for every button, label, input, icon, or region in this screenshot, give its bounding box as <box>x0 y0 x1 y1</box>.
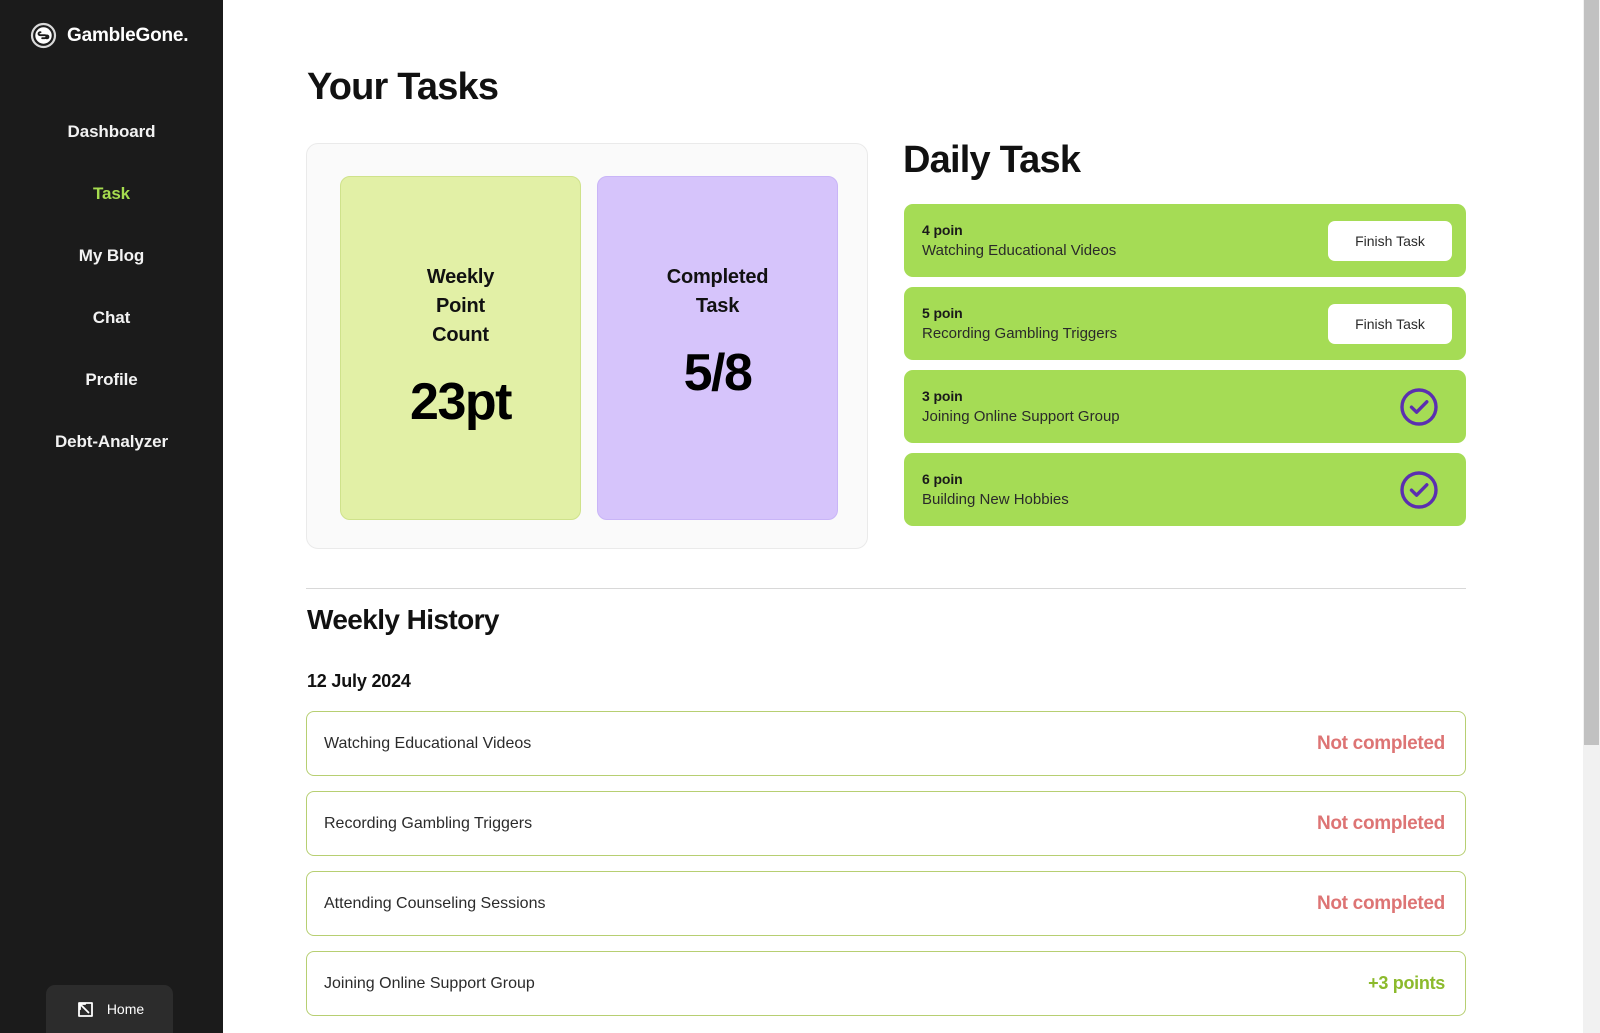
stats-panel: Weekly Point Count 23pt Completed Task 5… <box>306 143 868 549</box>
daily-task-name: Joining Online Support Group <box>922 408 1120 425</box>
check-circle-icon <box>1398 386 1440 428</box>
history-task-name: Joining Online Support Group <box>324 974 535 992</box>
history-status-badge: +3 points <box>1368 973 1445 993</box>
history-task-name: Recording Gambling Triggers <box>324 814 533 832</box>
brand-name: GambleGone. <box>67 24 189 46</box>
sidebar-item-dashboard[interactable]: Dashboard <box>0 101 223 163</box>
daily-task-text: 3 poin Joining Online Support Group <box>922 388 1398 425</box>
sidebar-item-task[interactable]: Task <box>0 163 223 225</box>
stat-card-weekly-label: Weekly Point Count <box>426 263 495 350</box>
arrow-into-box-icon <box>75 999 96 1020</box>
section-divider <box>306 588 1466 589</box>
weekly-history-heading: Weekly History <box>307 604 499 635</box>
daily-task-text: 6 poin Building New Hobbies <box>922 471 1398 508</box>
stat-label-line: Completed <box>666 266 769 288</box>
sidebar-item-profile[interactable]: Profile <box>0 349 223 411</box>
history-task-name: Watching Educational Videos <box>324 734 532 752</box>
daily-task-points: 6 poin <box>922 471 963 487</box>
chain-link-circle-icon <box>30 22 57 49</box>
page-scrollbar-track[interactable] <box>1583 0 1600 1033</box>
weekly-history-date: 12 July 2024 <box>307 671 411 691</box>
daily-task-card[interactable]: 3 poin Joining Online Support Group <box>904 370 1466 443</box>
daily-task-points: 5 poin <box>922 305 963 321</box>
home-button[interactable]: Home <box>46 985 173 1033</box>
stat-card-completed-label: Completed Task <box>667 263 769 321</box>
check-circle-icon <box>1398 469 1440 511</box>
history-status-badge: Not completed <box>1316 892 1445 914</box>
daily-task-points: 4 poin <box>922 222 963 238</box>
stat-label-line: Point <box>436 295 485 317</box>
stat-label-line: Task <box>695 295 740 317</box>
finish-task-button[interactable]: Finish Task <box>1328 303 1452 344</box>
daily-task-card[interactable]: 4 poin Watching Educational Videos Finis… <box>904 204 1466 277</box>
sidebar-item-my-blog[interactable]: My Blog <box>0 225 223 287</box>
history-row[interactable]: Joining Online Support Group +3 points <box>306 951 1466 1016</box>
daily-task-text: 4 poin Watching Educational Videos <box>922 222 1328 259</box>
stat-label-line: Count <box>432 324 489 346</box>
stat-card-completed-task: Completed Task 5/8 <box>597 176 838 520</box>
daily-task-list: 4 poin Watching Educational Videos Finis… <box>904 204 1466 526</box>
weekly-history-list: Watching Educational Videos Not complete… <box>306 711 1466 1016</box>
history-row[interactable]: Watching Educational Videos Not complete… <box>306 711 1466 776</box>
sidebar-item-debt-analyzer[interactable]: Debt-Analyzer <box>0 411 223 473</box>
daily-task-text: 5 poin Recording Gambling Triggers <box>922 305 1328 342</box>
daily-task-name: Recording Gambling Triggers <box>922 325 1118 342</box>
finish-task-button[interactable]: Finish Task <box>1328 220 1452 261</box>
app-root: GambleGone. Dashboard Task My Blog Chat … <box>0 0 1600 1033</box>
daily-task-card[interactable]: 6 poin Building New Hobbies <box>904 453 1466 526</box>
stat-label-line: Weekly <box>426 266 495 288</box>
daily-task-points: 3 poin <box>922 388 963 404</box>
history-status-badge: Not completed <box>1316 812 1445 834</box>
stat-card-weekly-value: 23pt <box>410 373 512 431</box>
history-row[interactable]: Recording Gambling Triggers Not complete… <box>306 791 1466 856</box>
stat-card-completed-value: 5/8 <box>683 344 753 402</box>
daily-task-card[interactable]: 5 poin Recording Gambling Triggers Finis… <box>904 287 1466 360</box>
main-content: Your Tasks Weekly Point Count 23pt Compl… <box>223 0 1600 1033</box>
stat-card-weekly-point-count: Weekly Point Count 23pt <box>340 176 581 520</box>
brand[interactable]: GambleGone. <box>0 0 223 49</box>
daily-task-name: Building New Hobbies <box>922 491 1069 508</box>
home-button-label: Home <box>106 1001 145 1017</box>
history-status-badge: Not completed <box>1316 732 1445 754</box>
sidebar-nav: Dashboard Task My Blog Chat Profile Debt… <box>0 101 223 473</box>
history-row[interactable]: Attending Counseling Sessions Not comple… <box>306 871 1466 936</box>
daily-task-name: Watching Educational Videos <box>922 242 1117 259</box>
history-task-name: Attending Counseling Sessions <box>324 894 546 912</box>
sidebar-item-chat[interactable]: Chat <box>0 287 223 349</box>
page-title: Your Tasks <box>307 66 499 108</box>
page-scrollbar-thumb[interactable] <box>1584 0 1599 745</box>
sidebar: GambleGone. Dashboard Task My Blog Chat … <box>0 0 223 1033</box>
daily-task-heading: Daily Task <box>903 139 1081 181</box>
